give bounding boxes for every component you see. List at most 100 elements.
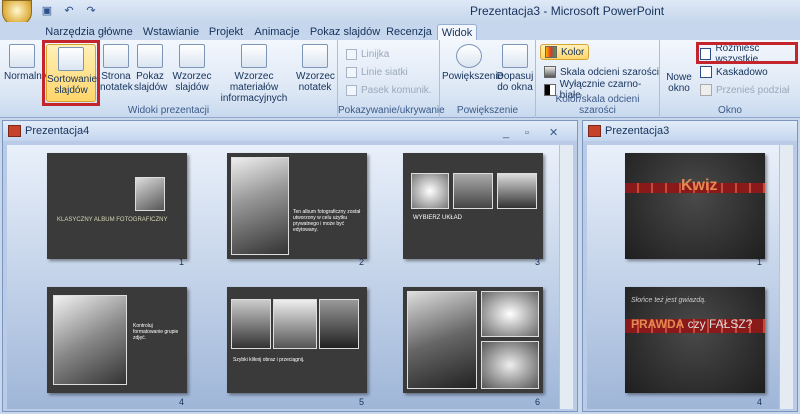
slide-number: 2 [359,257,365,267]
tab-home[interactable]: Narzędzia główne [44,24,134,40]
quick-access-toolbar: ▣ ↶ ↷ [40,4,98,18]
notes-master-icon [302,44,328,68]
slideshow-label: Pokaz slajdów [134,71,168,93]
grayscale-swatch-icon [544,66,556,78]
slide-thumbnail-5[interactable]: Szybki kliknij obraz i przeciągnij. [227,287,367,393]
message-bar-checkbox[interactable]: Pasek komunik. [346,82,432,98]
fit-to-window-button[interactable]: Dopasuj do okna [496,44,534,93]
group-show: Linijka Linie siatki Pasek komunik. Poka… [338,40,445,118]
slide-number: 6 [535,397,541,407]
slide-subtitle: Słońce też jest gwiazdą. [631,297,707,304]
highlight-box [696,42,798,64]
ribbon: Normalny Sortowanie slajdów Strona notat… [0,40,800,118]
slide-photo [135,177,165,211]
slide-number: 4 [757,397,763,407]
move-split-button[interactable]: Przenieś podział [700,82,789,98]
new-window-button[interactable]: Nowe okno [662,72,696,94]
slide-thumbnail-6[interactable] [403,287,543,393]
powerpoint-icon [588,125,601,137]
group-window: Nowe okno Rozmieść wszystkie Kaskadowo P… [660,40,800,118]
left-window-header: Prezentacja4 _ ▫ ✕ [3,121,577,141]
color-button[interactable]: Kolor [540,44,590,60]
slide-thumbnail-3[interactable]: WYBIERZ UKŁAD [403,153,543,259]
new-window-label: Nowe okno [666,72,692,94]
checkbox-icon [346,48,357,60]
title-bar: ▣ ↶ ↷ Prezentacja3 - Microsoft PowerPoin… [0,0,800,26]
gridlines-checkbox[interactable]: Linie siatki [346,64,408,80]
slide-photo [407,291,477,389]
checkbox-icon [346,66,357,78]
slide-photo [411,173,449,209]
undo-icon[interactable]: ↶ [62,4,76,18]
left-window-title: Prezentacja4 [25,125,90,137]
slide-thumbnail-quiz-question[interactable]: Słońce też jest gwiazdą. PRAWDA czy FAŁS… [625,287,765,393]
normal-view-icon [9,44,35,68]
minimize-icon[interactable]: _ [503,123,509,143]
slide-master-icon [179,44,205,68]
move-split-label: Przenieś podział [716,84,790,96]
group-show-label: Pokazywanie/ukrywanie [338,105,445,116]
slide-thumbnail-1[interactable]: KLASYCZNY ALBUM FOTOGRAFICZNY [47,153,187,259]
slide-master-label: Wzorzec slajdów [172,71,212,93]
grayscale-button[interactable]: Skala odcieni szarości [544,64,659,80]
maximize-icon[interactable]: ▫ [525,123,529,143]
slide-number: 1 [179,257,185,267]
magnifier-icon [456,44,482,68]
notes-master-button[interactable]: Wzorzec notatek [296,44,335,93]
close-icon[interactable]: ✕ [549,123,558,143]
slide-photo [481,341,539,389]
zoom-button[interactable]: Powiększenie [442,44,503,82]
cascade-icon [700,66,712,78]
ruler-checkbox[interactable]: Linijka [346,46,389,62]
slide-title: PRAWDA czy FAŁSZ? [631,317,752,331]
group-views-label: Widoki prezentacji [127,105,210,116]
slide-photo [453,173,493,209]
tab-design[interactable]: Projekt [206,24,246,40]
slide-title: KLASYCZNY ALBUM FOTOGRAFICZNY [57,217,168,223]
slide-photo [319,299,359,349]
redo-icon[interactable]: ↷ [84,4,98,18]
checkbox-icon [346,84,357,96]
vertical-scrollbar[interactable] [559,145,573,409]
slideshow-icon [137,44,163,68]
handout-master-label: Wzorzec materiałów informacyjnych [220,71,288,104]
grayscale-label: Skala odcieni szarości [560,66,659,78]
right-window-title: Prezentacja3 [605,125,670,137]
slide-thumbnail-2[interactable]: Ten album fotograficzny został utworzony… [227,153,367,259]
fit-to-window-label: Dopasuj do okna [496,71,534,93]
tab-review[interactable]: Recenzja [384,24,434,40]
move-split-icon [700,84,712,96]
left-presentation-window[interactable]: Prezentacja4 _ ▫ ✕ KLASYCZNY ALBUM FOTOG… [2,120,578,412]
normal-label: Normalny [4,71,47,82]
slide-text: Szybki kliknij obraz i przeciągnij. [233,357,305,363]
tab-slideshow[interactable]: Pokaz slajdów [308,24,382,40]
notes-page-button[interactable]: Strona notatek [100,44,133,93]
slide-sorter-area-right: Kwiz 1 Słońce też jest gwiazdą. PRAWDA c… [587,145,793,409]
slide-title: Kwiz [681,177,718,194]
slide-sorter-area: KLASYCZNY ALBUM FOTOGRAFICZNY 1 Ten albu… [7,145,573,409]
group-color-label: Kolor/skala odcieni szarości [555,94,640,116]
slide-number: 5 [359,397,365,407]
slide-thumbnail-kwiz[interactable]: Kwiz [625,153,765,259]
save-icon[interactable]: ▣ [40,4,54,18]
title-true: PRAWDA [631,317,685,331]
ruler-label: Linijka [361,48,390,60]
cascade-button[interactable]: Kaskadowo [700,64,768,80]
slide-title: WYBIERZ UKŁAD [413,215,463,221]
normal-view-button[interactable]: Normalny [4,44,47,82]
vertical-scrollbar[interactable] [779,145,793,409]
slide-master-button[interactable]: Wzorzec slajdów [172,44,212,93]
tab-insert[interactable]: Wstawianie [138,24,204,40]
fit-window-icon [502,44,528,68]
tab-animations[interactable]: Animacje [250,24,304,40]
slide-thumbnail-4[interactable]: Kontroluj formatowanie grupie zdjęć. [47,287,187,393]
notes-page-label: Strona notatek [100,71,133,93]
handout-master-icon [241,44,267,68]
slideshow-button[interactable]: Pokaz slajdów [134,44,168,93]
group-window-label: Okno [718,105,742,116]
tab-view[interactable]: Widok [437,24,477,40]
slide-photo [53,295,127,385]
right-presentation-window[interactable]: Prezentacja3 Kwiz 1 Słońce też jest gwia… [582,120,798,412]
handout-master-button[interactable]: Wzorzec materiałów informacyjnych [212,44,296,104]
window-title: Prezentacja3 - Microsoft PowerPoint [470,4,665,18]
